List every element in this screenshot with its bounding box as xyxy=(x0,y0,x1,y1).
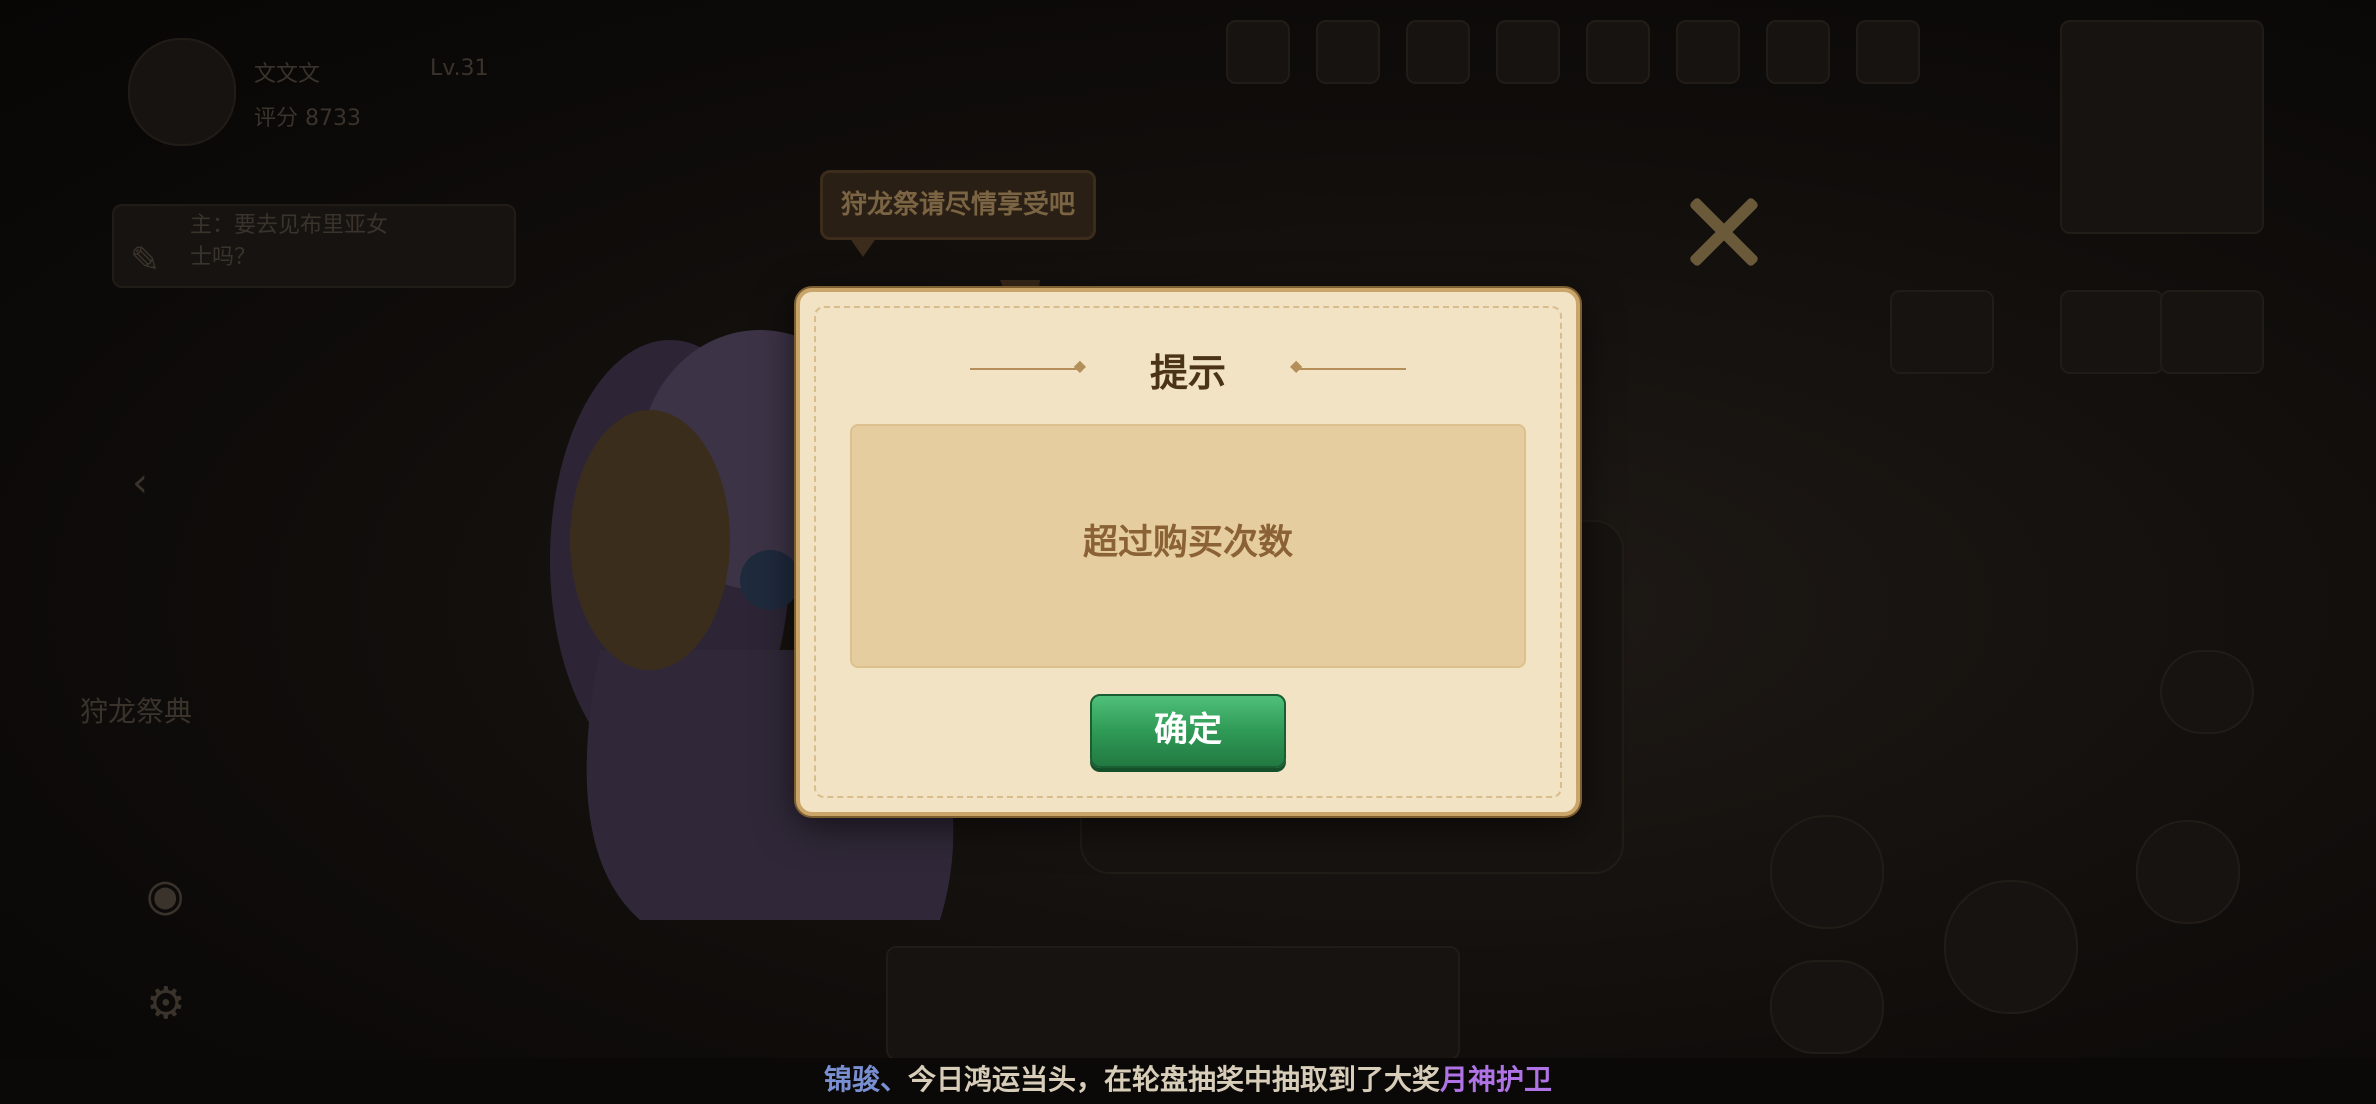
player-score: 评分 8733 xyxy=(254,106,361,131)
camera-icon[interactable]: ◉ xyxy=(146,870,184,921)
confirm-button[interactable]: 确定 xyxy=(1090,694,1286,768)
player-avatar[interactable] xyxy=(128,38,236,146)
event-title[interactable]: 狩龙祭典 xyxy=(80,690,192,730)
menu-icon[interactable] xyxy=(1676,20,1740,84)
ticker-message: 今日鸿运当头，在轮盘抽奖中抽取到了大奖 xyxy=(908,1063,1441,1096)
title-ornament-right xyxy=(1290,356,1406,375)
edit-icon[interactable]: ✎ xyxy=(130,240,160,281)
chevron-left-icon[interactable]: ‹ xyxy=(132,460,148,506)
action-button[interactable] xyxy=(1944,880,2078,1014)
dialog-title: 提示 xyxy=(1149,351,1226,395)
side-button[interactable] xyxy=(2060,290,2164,374)
menu-icon[interactable] xyxy=(1406,20,1470,84)
ticker-player-name: 锦骏 xyxy=(823,1063,880,1096)
player-level: Lv.31 xyxy=(430,56,489,81)
menu-icon[interactable] xyxy=(1496,20,1560,84)
menu-icon[interactable] xyxy=(1856,20,1920,84)
npc-speech-bubble: 狩龙祭请尽情享受吧 xyxy=(820,170,1096,257)
dialog-message: 超过购买次数 xyxy=(1082,523,1293,563)
action-button[interactable] xyxy=(1770,960,1884,1054)
side-button[interactable] xyxy=(2160,290,2264,374)
action-button[interactable] xyxy=(1770,815,1884,929)
menu-icon[interactable] xyxy=(1316,20,1380,84)
broadcast-ticker: 锦骏、今日鸿运当头，在轮盘抽奖中抽取到了大奖月神护卫 xyxy=(0,1058,2376,1104)
menu-icon[interactable] xyxy=(1226,20,1290,84)
shop-banner[interactable] xyxy=(2060,20,2264,234)
side-button[interactable] xyxy=(2160,650,2254,734)
settings-icon[interactable]: ⚙ xyxy=(146,978,185,1029)
close-icon[interactable] xyxy=(1688,192,1758,272)
menu-icon[interactable] xyxy=(1586,20,1650,84)
side-button[interactable] xyxy=(1890,290,1994,374)
play-icon[interactable] xyxy=(2136,820,2240,924)
menu-icon[interactable] xyxy=(1766,20,1830,84)
message-box: 超过购买次数 xyxy=(850,424,1526,668)
player-name: 文文文 xyxy=(254,62,321,87)
quest-text: 主：要去见布里亚女士吗？ xyxy=(190,213,389,270)
chat-panel[interactable] xyxy=(886,946,1460,1060)
prompt-dialog: 提示 超过购买次数 确定 xyxy=(796,288,1580,816)
ticker-prize: 月神护卫 xyxy=(1440,1063,1553,1096)
ticker-separator: 、 xyxy=(879,1063,908,1096)
